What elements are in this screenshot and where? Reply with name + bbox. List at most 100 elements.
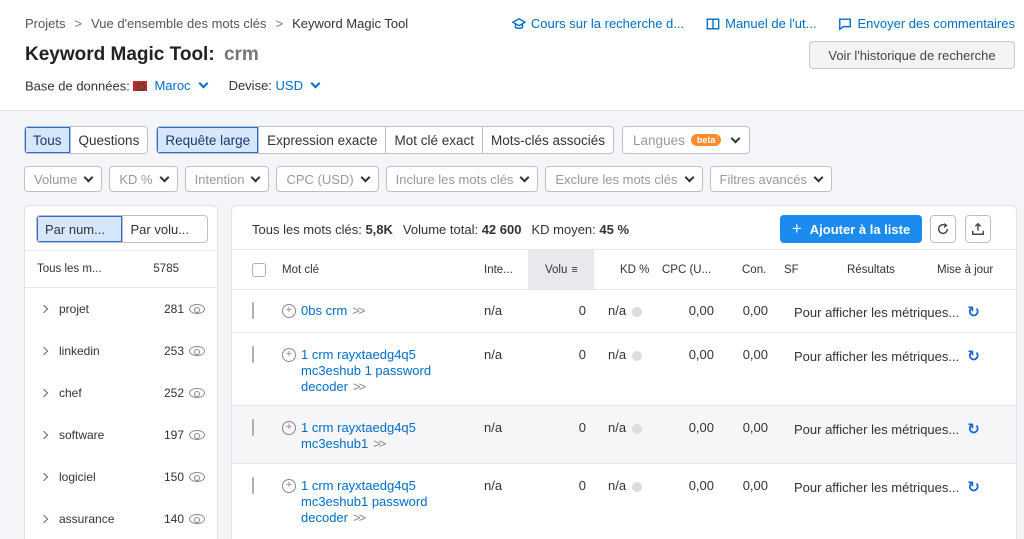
tab-broad-match[interactable]: Requête large [157, 127, 260, 153]
manual-link[interactable]: Manuel de l'ut... [706, 16, 816, 31]
checkbox[interactable] [252, 419, 254, 436]
col-keyword[interactable]: Mot clé [282, 250, 319, 289]
sidebar-item-count: 150 [163, 470, 184, 484]
include-keywords-filter[interactable]: Inclure les mots clés [385, 166, 539, 192]
tab-phrase-match[interactable]: Expression exacte [259, 127, 387, 153]
add-keyword-icon[interactable]: + [282, 304, 296, 318]
double-chevron-icon[interactable]: >> [373, 436, 386, 451]
chevron-right-icon [39, 430, 49, 440]
double-chevron-icon[interactable]: >> [353, 379, 366, 394]
refresh-icon[interactable]: ↻ [967, 421, 980, 438]
tab-questions[interactable]: Questions [71, 127, 148, 153]
tab-exact-match[interactable]: Mot clé exact [386, 127, 483, 153]
sidebar-item-software[interactable]: software 197 [25, 414, 217, 456]
add-keyword-icon[interactable]: + [282, 348, 296, 362]
cpc-filter[interactable]: CPC (USD) [276, 166, 379, 192]
kd-value: n/a [608, 420, 627, 435]
feedback-link[interactable]: Envoyer des commentaires [838, 16, 1015, 31]
add-to-list-button[interactable]: + Ajouter à la liste [780, 215, 922, 243]
refresh-icon[interactable]: ↻ [967, 479, 980, 496]
row-checkbox[interactable] [252, 302, 254, 319]
advanced-filters[interactable]: Filtres avancés [709, 166, 832, 192]
checkbox[interactable] [252, 477, 254, 494]
col-kd[interactable]: KD % [620, 250, 649, 289]
table-row: + 1 crm rayxtaedg4q5 mc3eshub1 >> n/a 0 n… [232, 406, 1016, 464]
search-history-button[interactable]: Voir l'historique de recherche [809, 41, 1015, 69]
eye-icon[interactable] [189, 388, 205, 398]
intent-filter[interactable]: Intention [184, 166, 270, 192]
eye-icon[interactable] [189, 304, 205, 314]
kd-filter[interactable]: KD % [109, 166, 178, 192]
sidebar-item-logiciel[interactable]: logiciel 150 [25, 456, 217, 498]
add-keyword-icon[interactable]: + [282, 479, 296, 493]
match-tabs: Requête large Expression exacte Mot clé … [156, 126, 615, 154]
eye-icon[interactable] [189, 514, 205, 524]
keyword-link[interactable]: + 1 crm rayxtaedg4q5 mc3eshub1 >> [282, 420, 461, 452]
summary-volume: Volume total: 42 600 [403, 222, 522, 237]
results-text: Pour afficher les métriques... [794, 305, 960, 320]
eye-icon[interactable] [189, 430, 205, 440]
tab-by-volume[interactable]: Par volu... [123, 216, 208, 242]
checkbox[interactable] [252, 262, 266, 277]
col-results[interactable]: Résultats [847, 250, 895, 289]
sidebar-all-keywords[interactable]: Tous les m... 5785 [25, 250, 217, 288]
add-to-list-label: Ajouter à la liste [809, 221, 911, 237]
checkbox[interactable] [252, 302, 254, 319]
keyword-link[interactable]: + 1 crm rayxtaedg4q5 mc3eshub 1 password… [282, 347, 461, 395]
cpc-cell: 0,00 [688, 347, 714, 362]
eye-icon[interactable] [189, 472, 205, 482]
volume-cell: 0 [578, 303, 586, 318]
tab-related[interactable]: Mots-clés associés [483, 127, 613, 153]
breadcrumb-projets[interactable]: Projets [25, 16, 65, 31]
keyword-text: 1 crm rayxtaedg4q5 mc3eshub1 password de… [301, 478, 428, 525]
keyword-link[interactable]: + 1 crm rayxtaedg4q5 mc3eshub1 password … [282, 478, 461, 526]
export-button[interactable] [965, 215, 991, 243]
advanced-filters-label: Filtres avancés [719, 171, 807, 187]
col-competition[interactable]: Con. [742, 250, 766, 289]
languages-dropdown[interactable]: Langues beta [622, 126, 751, 154]
add-keyword-icon[interactable]: + [282, 421, 296, 435]
volume-filter[interactable]: Volume [24, 166, 103, 192]
kd-cell: n/a [608, 347, 643, 362]
feedback-link-label: Envoyer des commentaires [857, 16, 1015, 31]
chevron-down-icon [813, 172, 824, 182]
refresh-button[interactable] [930, 215, 956, 243]
sort-icon: ≡ [571, 263, 578, 276]
sidebar-item-assurance[interactable]: assurance 140 [25, 498, 217, 539]
breadcrumb-overview[interactable]: Vue d'ensemble des mots clés [91, 16, 266, 31]
sidebar-item-chef[interactable]: chef 252 [25, 372, 217, 414]
tab-all[interactable]: Tous [25, 127, 71, 153]
database-dropdown[interactable]: Maroc [133, 78, 209, 93]
row-checkbox[interactable] [252, 346, 254, 363]
tab-by-number[interactable]: Par num... [37, 216, 123, 242]
refresh-icon[interactable]: ↻ [967, 304, 980, 321]
checkbox[interactable] [252, 346, 254, 363]
sidebar-item-label: software [59, 428, 105, 442]
row-checkbox[interactable] [252, 419, 254, 436]
comment-icon [839, 17, 852, 31]
exclude-keywords-filter[interactable]: Exclure les mots clés [545, 166, 703, 192]
course-link[interactable]: Cours sur la recherche d... [511, 16, 684, 31]
col-serp-features[interactable]: SF [784, 250, 799, 289]
col-last-update[interactable]: Mise à jour [937, 250, 993, 289]
sidebar-item-count: 140 [163, 512, 184, 526]
graduation-cap-icon [511, 17, 526, 29]
col-cpc[interactable]: CPC (U... [662, 250, 711, 289]
chevron-right-icon [39, 346, 49, 356]
eye-icon[interactable] [189, 346, 205, 356]
refresh-icon[interactable]: ↻ [967, 348, 980, 365]
double-chevron-icon[interactable]: >> [353, 510, 366, 525]
sidebar-item-linkedin[interactable]: linkedin 253 [25, 330, 217, 372]
sidebar-item-projet[interactable]: projet 281 [25, 288, 217, 330]
filter-bar: Tous Questions Requête large Expression … [0, 110, 1024, 205]
col-volume[interactable]: Volu ≡ [528, 250, 594, 289]
double-chevron-icon[interactable]: >> [352, 303, 365, 318]
cpc-filter-label: CPC (USD) [286, 171, 354, 187]
page-title: Keyword Magic Tool: crm [25, 44, 259, 66]
col-intent[interactable]: Inte... [484, 250, 513, 289]
row-checkbox[interactable] [252, 477, 254, 494]
select-all-checkbox[interactable] [252, 250, 266, 289]
main-area: Par num... Par volu... Tous les m... 578… [0, 205, 1024, 539]
keyword-link[interactable]: + 0bs crm >> [282, 303, 461, 319]
currency-dropdown[interactable]: USD [276, 78, 321, 93]
